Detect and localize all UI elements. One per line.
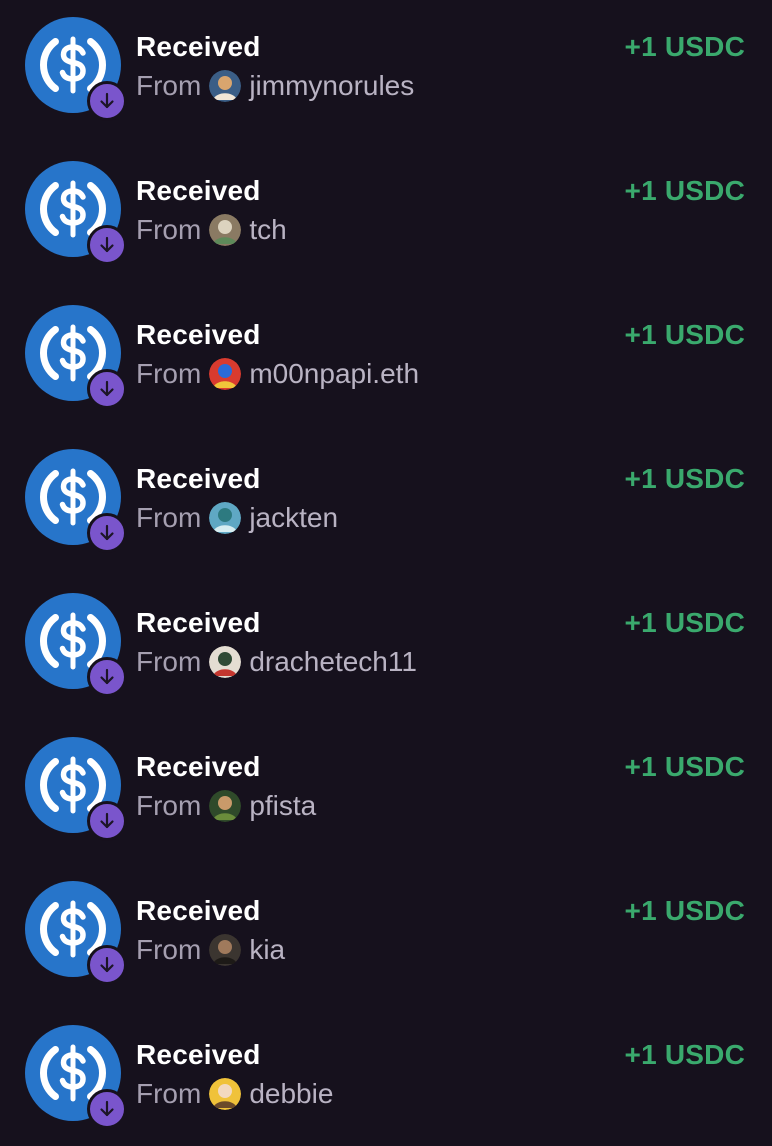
- sender-avatar[interactable]: [209, 358, 242, 390]
- sender-info: From debbie: [136, 1076, 333, 1112]
- transaction-title: Received: [136, 31, 261, 62]
- sender-avatar[interactable]: [209, 934, 242, 966]
- arrow-down-icon: [100, 236, 114, 253]
- token-icon-wrapper: [25, 17, 127, 121]
- transaction-title: Received: [136, 1039, 261, 1070]
- sender-avatar[interactable]: [209, 70, 242, 102]
- transaction-title: Received: [136, 175, 261, 206]
- sender-username[interactable]: jimmynorules: [249, 69, 414, 103]
- token-icon-wrapper: [25, 593, 127, 697]
- received-badge: [87, 945, 127, 985]
- transaction-title: Received: [136, 607, 261, 638]
- arrow-down-icon: [100, 1100, 114, 1117]
- sender-avatar[interactable]: [209, 790, 242, 822]
- received-badge: [87, 657, 127, 697]
- transaction-title: Received: [136, 895, 261, 926]
- arrow-down-icon: [100, 668, 114, 685]
- transaction-amount: +1 USDC: [624, 607, 745, 638]
- from-label: From: [136, 358, 202, 389]
- received-badge: [87, 81, 127, 121]
- sender-info: From m00npapi.eth: [136, 356, 419, 392]
- avatar-image: [209, 358, 242, 390]
- from-label: From: [136, 790, 202, 821]
- transaction-amount: +1 USDC: [624, 31, 745, 62]
- transaction-amount: +1 USDC: [624, 319, 745, 350]
- transaction-amount: +1 USDC: [624, 895, 745, 926]
- transaction-amount: +1 USDC: [624, 1039, 745, 1070]
- avatar-image: [209, 1078, 242, 1110]
- avatar-image: [209, 646, 242, 678]
- transaction-title: Received: [136, 751, 261, 782]
- from-label: From: [136, 1078, 202, 1109]
- transaction-list: Received From jimmynorules +1 USDC Recei…: [0, 0, 772, 1146]
- transaction-title: Received: [136, 319, 261, 350]
- sender-avatar[interactable]: [209, 1078, 242, 1110]
- from-label: From: [136, 502, 202, 533]
- sender-username[interactable]: tch: [249, 213, 286, 247]
- sender-avatar[interactable]: [209, 502, 242, 534]
- sender-username[interactable]: jackten: [249, 501, 338, 535]
- received-badge: [87, 369, 127, 409]
- sender-username[interactable]: pfista: [249, 789, 316, 823]
- transaction-row[interactable]: Received From kia +1 USDC: [0, 864, 772, 1008]
- transaction-row[interactable]: Received From debbie +1 USDC: [0, 1008, 772, 1146]
- sender-avatar[interactable]: [209, 214, 242, 246]
- token-icon-wrapper: [25, 161, 127, 265]
- arrow-down-icon: [100, 380, 114, 397]
- arrow-down-icon: [100, 956, 114, 973]
- sender-info: From pfista: [136, 788, 316, 824]
- transaction-row[interactable]: Received From m00npapi.eth +1 USDC: [0, 288, 772, 432]
- sender-username[interactable]: drachetech11: [249, 645, 417, 679]
- avatar-image: [209, 502, 242, 534]
- transaction-row[interactable]: Received From drachetech11 +1 USDC: [0, 576, 772, 720]
- transaction-row[interactable]: Received From tch +1 USDC: [0, 144, 772, 288]
- transaction-amount: +1 USDC: [624, 175, 745, 206]
- transaction-amount: +1 USDC: [624, 463, 745, 494]
- sender-avatar[interactable]: [209, 646, 242, 678]
- sender-username[interactable]: m00npapi.eth: [249, 357, 419, 391]
- token-icon-wrapper: [25, 737, 127, 841]
- transaction-amount: +1 USDC: [624, 751, 745, 782]
- token-icon-wrapper: [25, 881, 127, 985]
- sender-info: From drachetech11: [136, 644, 417, 680]
- received-badge: [87, 1089, 127, 1129]
- token-icon-wrapper: [25, 1025, 127, 1129]
- from-label: From: [136, 70, 202, 101]
- sender-username[interactable]: kia: [249, 933, 285, 967]
- sender-username[interactable]: debbie: [249, 1077, 333, 1111]
- avatar-image: [209, 790, 242, 822]
- received-badge: [87, 225, 127, 265]
- avatar-image: [209, 934, 242, 966]
- sender-info: From kia: [136, 932, 285, 968]
- sender-info: From tch: [136, 212, 287, 248]
- received-badge: [87, 513, 127, 553]
- from-label: From: [136, 934, 202, 965]
- received-badge: [87, 801, 127, 841]
- from-label: From: [136, 646, 202, 677]
- sender-info: From jimmynorules: [136, 68, 414, 104]
- sender-info: From jackten: [136, 500, 338, 536]
- from-label: From: [136, 214, 202, 245]
- arrow-down-icon: [100, 812, 114, 829]
- arrow-down-icon: [100, 92, 114, 109]
- avatar-image: [209, 70, 242, 102]
- transaction-row[interactable]: Received From jimmynorules +1 USDC: [0, 0, 772, 144]
- transaction-row[interactable]: Received From pfista +1 USDC: [0, 720, 772, 864]
- avatar-image: [209, 214, 242, 246]
- arrow-down-icon: [100, 524, 114, 541]
- token-icon-wrapper: [25, 305, 127, 409]
- token-icon-wrapper: [25, 449, 127, 553]
- transaction-title: Received: [136, 463, 261, 494]
- transaction-row[interactable]: Received From jackten +1 USDC: [0, 432, 772, 576]
